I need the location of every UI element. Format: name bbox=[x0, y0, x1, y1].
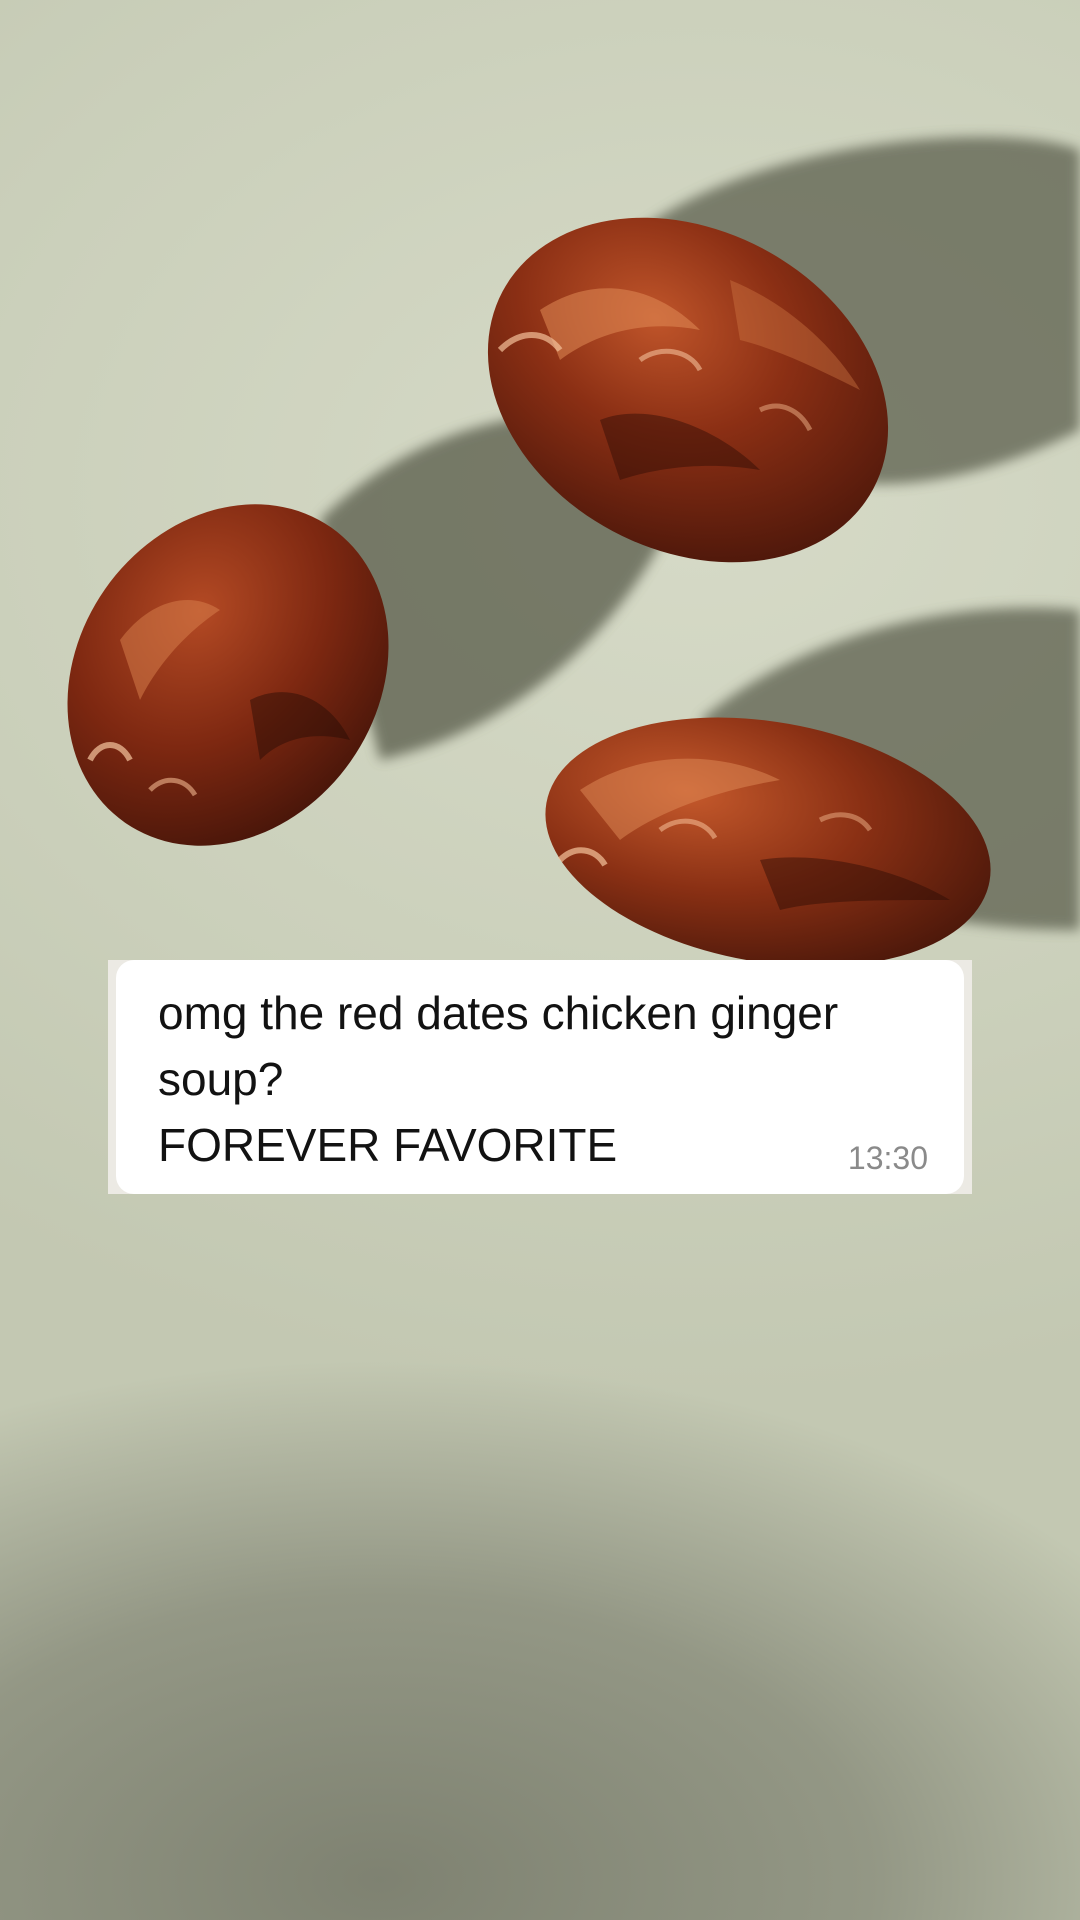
photo-background: omg the red dates chicken ginger soup? F… bbox=[0, 0, 1080, 1920]
message-timestamp: 13:30 bbox=[847, 1140, 928, 1176]
message-text-line-3: FOREVER FAVORITE bbox=[158, 1119, 618, 1171]
message-text-line-1: omg the red dates chicken ginger bbox=[158, 987, 839, 1039]
chat-message-bubble[interactable]: omg the red dates chicken ginger soup? F… bbox=[116, 960, 964, 1194]
chat-bubble-container: omg the red dates chicken ginger soup? F… bbox=[108, 960, 972, 1194]
message-text-line-2: soup? bbox=[158, 1053, 284, 1105]
